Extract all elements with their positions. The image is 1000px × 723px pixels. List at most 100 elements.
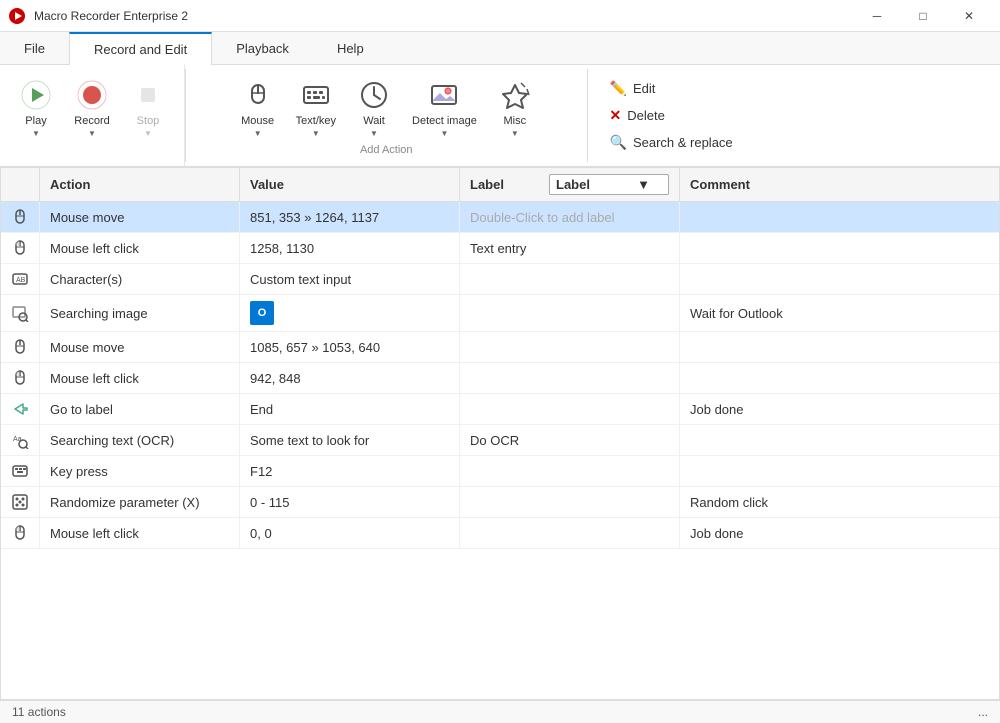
textkey-label: Text/key (296, 115, 336, 128)
stop-label: Stop (137, 115, 160, 128)
table-row[interactable]: Mouse left click1258, 1130Text entry (1, 233, 999, 264)
edit-button[interactable]: ✏️ Edit (604, 78, 985, 99)
row-comment-cell: Random click (680, 487, 1000, 518)
table-row[interactable]: Mouse move1085, 657 » 1053, 640 (1, 332, 999, 363)
table-row[interactable]: Mouse left click0, 0 Job done (1, 518, 999, 549)
close-button[interactable]: ✕ (946, 0, 992, 32)
col-action: Action (40, 168, 240, 202)
row-action-cell: Go to label (40, 394, 240, 425)
row-value-cell: 1085, 657 » 1053, 640 (240, 332, 460, 363)
label-hint: Double-Click to add label (470, 210, 615, 225)
delete-button[interactable]: ✕ Delete (604, 105, 985, 126)
menu-tab-record-edit[interactable]: Record and Edit (69, 32, 212, 65)
row-value-cell: Custom text input (240, 264, 460, 295)
row-value-cell: F12 (240, 456, 460, 487)
col-icon (1, 168, 40, 202)
play-label: Play (25, 115, 46, 128)
search-replace-icon: 🔍 (610, 134, 627, 151)
table-row[interactable]: AaSearching text (OCR)Some text to look … (1, 425, 999, 456)
row-comment-cell (680, 233, 1000, 264)
table-container: Action Value Label Label ▼ Comment Mouse… (0, 167, 1000, 700)
row-label-cell[interactable] (460, 518, 680, 549)
col-label[interactable]: Label Label ▼ (460, 168, 680, 202)
detect-image-button[interactable]: Detect image ▼ (404, 73, 485, 142)
row-icon-cell (1, 295, 40, 332)
label-dropdown-value: Label (556, 177, 590, 192)
row-icon-cell (1, 487, 40, 518)
stop-button[interactable]: Stop ▼ (122, 73, 174, 142)
row-label-cell[interactable]: Double-Click to add label (460, 202, 680, 233)
label-col-header: Label (470, 177, 504, 192)
row-value-cell: 1258, 1130 (240, 233, 460, 264)
col-value: Value (240, 168, 460, 202)
mouse-button[interactable]: Mouse ▼ (232, 73, 284, 142)
mouse-left-icon (11, 369, 29, 387)
record-label: Record (74, 115, 109, 128)
menu-bar: File Record and Edit Playback Help (0, 32, 1000, 65)
maximize-button[interactable]: □ (900, 0, 946, 32)
search-replace-button[interactable]: 🔍 Search & replace (604, 132, 985, 153)
play-button[interactable]: Play ▼ (10, 73, 62, 142)
mouse-left-icon (11, 524, 29, 542)
row-label-cell[interactable]: Do OCR (460, 425, 680, 456)
play-icon (18, 77, 54, 113)
label-dropdown[interactable]: Label ▼ (549, 174, 669, 195)
app-title: Macro Recorder Enterprise 2 (34, 9, 854, 23)
wait-label: Wait (363, 115, 385, 128)
row-label-cell[interactable] (460, 332, 680, 363)
row-comment-cell (680, 202, 1000, 233)
detect-image-icon (426, 77, 462, 113)
record-button[interactable]: Record ▼ (66, 73, 118, 142)
row-action-cell: Searching text (OCR) (40, 425, 240, 456)
wait-button[interactable]: Wait ▼ (348, 73, 400, 142)
row-label-cell[interactable] (460, 456, 680, 487)
delete-icon: ✕ (610, 107, 622, 124)
row-comment-cell: Job done (680, 518, 1000, 549)
search-image-icon (11, 304, 29, 322)
menu-tab-help[interactable]: Help (313, 32, 388, 64)
label-dropdown-arrow: ▼ (637, 177, 650, 192)
row-comment-cell (680, 456, 1000, 487)
ribbon-right-panel: ✏️ Edit ✕ Delete 🔍 Search & replace (588, 65, 1000, 166)
pencil-icon: ✏️ (610, 80, 627, 97)
ribbon-section-playback: Play ▼ Record ▼ Stop (0, 65, 185, 166)
minimize-button[interactable]: ─ (854, 0, 900, 32)
search-replace-label: Search & replace (633, 135, 733, 150)
table-row[interactable]: Randomize parameter (X)0 - 115Random cli… (1, 487, 999, 518)
menu-tab-file[interactable]: File (0, 32, 69, 64)
row-action-cell: Mouse left click (40, 518, 240, 549)
detect-image-arrow: ▼ (440, 129, 448, 138)
row-icon-cell (1, 233, 40, 264)
row-icon-cell (1, 202, 40, 233)
table-row[interactable]: ABCharacter(s)Custom text input (1, 264, 999, 295)
row-label-cell[interactable] (460, 487, 680, 518)
row-comment-cell (680, 425, 1000, 456)
row-value-cell: 0, 0 (240, 518, 460, 549)
row-icon-cell (1, 518, 40, 549)
svg-text:AB: AB (16, 277, 26, 284)
misc-button[interactable]: Misc ▼ (489, 73, 541, 142)
table-row[interactable]: Go to labelEndJob done (1, 394, 999, 425)
row-action-cell: Mouse move (40, 332, 240, 363)
row-label-cell[interactable] (460, 264, 680, 295)
row-label-cell[interactable] (460, 363, 680, 394)
mouse-left-icon (11, 239, 29, 257)
table-row[interactable]: Mouse left click942, 848 (1, 363, 999, 394)
row-comment-cell: Wait for Outlook (680, 295, 1000, 332)
textkey-button[interactable]: Text/key ▼ (288, 73, 344, 142)
record-arrow: ▼ (88, 129, 96, 138)
row-action-cell: Randomize parameter (X) (40, 487, 240, 518)
row-label-cell[interactable]: Text entry (460, 233, 680, 264)
table-row[interactable]: Searching imageOWait for Outlook (1, 295, 999, 332)
row-label-cell[interactable] (460, 394, 680, 425)
app-icon (8, 7, 26, 25)
table-row[interactable]: Key pressF12 (1, 456, 999, 487)
row-label-cell[interactable] (460, 295, 680, 332)
menu-tab-playback[interactable]: Playback (212, 32, 313, 64)
ribbon-action-buttons: Mouse ▼ Text/key ▼ (232, 73, 541, 142)
search-text-icon: Aa (11, 431, 29, 449)
key-press-icon (11, 462, 29, 480)
row-icon-cell: AB (1, 264, 40, 295)
table-row[interactable]: Mouse move851, 353 » 1264, 1137Double-Cl… (1, 202, 999, 233)
misc-icon (497, 77, 533, 113)
